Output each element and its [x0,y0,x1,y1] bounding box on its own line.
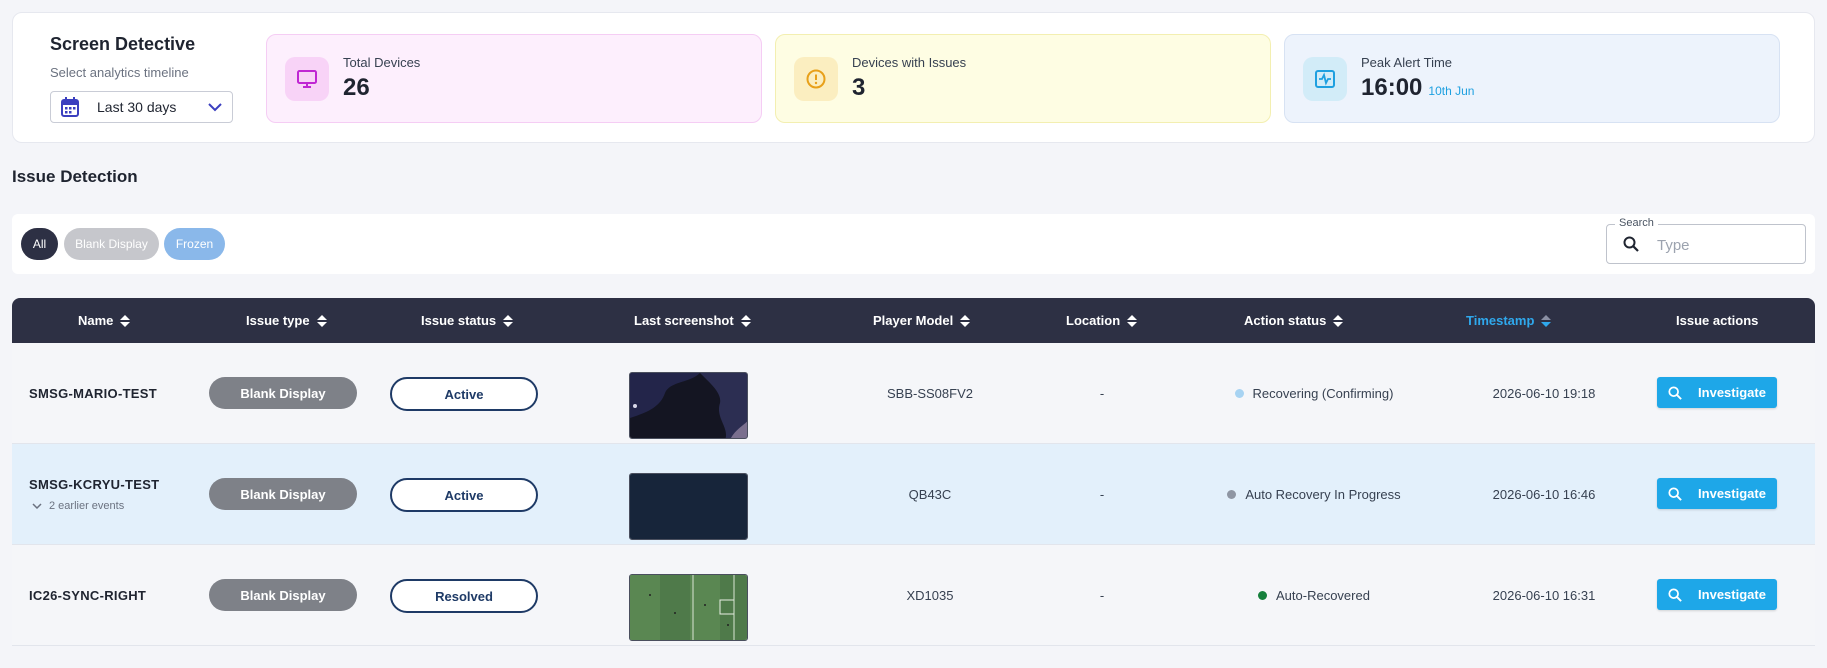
sort-icon [316,314,327,327]
investigate-button[interactable]: Investigate [1657,478,1777,509]
column-header-location[interactable]: Location [1066,298,1138,343]
stat-label: Total Devices [343,55,421,70]
timeline-select[interactable]: Last 30 days [50,91,233,123]
column-header-name[interactable]: Name [78,298,131,343]
stat-total-devices: Total Devices 26 [266,34,762,123]
location: - [1099,486,1105,502]
sort-icon [740,314,751,327]
stat-value: 3 [852,74,866,101]
timestamp: 2026-06-10 19:18 [1492,385,1596,401]
issues-table: Name Issue type Issue status Last screen… [12,298,1815,646]
column-header-last-screenshot[interactable]: Last screenshot [634,298,751,343]
investigate-button[interactable]: Investigate [1657,579,1777,610]
player-model: QB43C [908,486,952,502]
column-header-action-status[interactable]: Action status [1244,298,1344,343]
device-name: SMSG-MARIO-TEST [29,385,157,401]
section-title: Issue Detection [12,167,138,186]
sort-icon [1541,314,1552,327]
issue-status-badge: Active [390,377,538,411]
issue-type-badge: Blank Display [209,579,357,611]
search-icon [1668,385,1682,400]
device-name: IC26-SYNC-RIGHT [29,587,147,603]
timestamp: 2026-06-10 16:31 [1492,587,1596,603]
status-dot [1258,590,1268,600]
alert-circle-icon [794,56,838,101]
status-dot [1234,388,1244,398]
search-field[interactable]: Search [1606,217,1806,264]
search-input[interactable] [1657,233,1797,257]
stat-value: 26 [343,74,370,101]
investigate-button[interactable]: Investigate [1657,377,1777,408]
device-name-cell: SMSG-KCRYU-TEST 2 earlier events [29,444,159,544]
issue-status-badge: Active [390,478,538,512]
location: - [1099,587,1105,603]
sort-icon [1333,314,1344,327]
filter-chip-all[interactable]: All [21,228,58,260]
timeline-label: Select analytics timeline [50,65,189,80]
filter-chip-frozen[interactable]: Frozen [164,228,225,260]
sort-icon [120,314,131,327]
column-header-issue-status[interactable]: Issue status [421,298,514,343]
stat-value: 16:00 10th Jun [1361,74,1474,102]
chevron-down-icon [32,502,42,509]
search-label: Search [1615,217,1658,229]
peak-time: 16:00 [1361,74,1423,101]
column-header-player-model[interactable]: Player Model [873,298,971,343]
search-icon [1668,486,1682,501]
table-row: IC26-SYNC-RIGHT Blank Display Resolved X… [12,545,1815,646]
action-status: Auto Recovery In Progress [1174,444,1454,544]
sort-icon [960,314,971,327]
screenshot-thumbnail[interactable] [629,574,748,641]
timeline-value: Last 30 days [97,99,177,115]
monitor-icon [285,56,329,101]
action-status: Recovering (Confirming) [1174,343,1454,443]
issue-type-badge: Blank Display [209,478,357,510]
app-title: Screen Detective [50,34,196,54]
filter-chip-blank-display[interactable]: Blank Display [64,228,159,260]
stat-label: Devices with Issues [852,55,967,70]
column-header-issue-type[interactable]: Issue type [246,298,327,343]
column-header-issue-actions: Issue actions [1676,313,1759,328]
earlier-events-toggle[interactable]: 2 earlier events [29,500,124,512]
screenshot-thumbnail[interactable] [629,473,748,540]
issue-type-badge: Blank Display [209,377,357,409]
table-header: Name Issue type Issue status Last screen… [12,298,1815,343]
location: - [1099,385,1105,401]
stat-peak-alert-time: Peak Alert Time 16:00 10th Jun [1284,34,1780,123]
filter-bar: All Blank Display Frozen Search [12,214,1815,274]
chevron-down-icon [208,103,222,112]
stat-label: Peak Alert Time [1361,55,1453,70]
table-row: SMSG-MARIO-TEST Blank Display Active SBB… [12,343,1815,444]
calendar-icon [61,97,79,117]
device-name: SMSG-KCRYU-TEST [29,476,160,492]
action-status: Auto-Recovered [1174,545,1454,645]
pulse-icon [1303,56,1347,101]
sort-icon [1127,314,1138,327]
table-row: SMSG-KCRYU-TEST 2 earlier events Blank D… [12,444,1815,545]
search-icon [1668,587,1682,602]
status-dot [1227,489,1237,499]
stat-devices-with-issues: Devices with Issues 3 [775,34,1271,123]
search-icon [1623,236,1639,252]
analytics-card: Screen Detective Select analytics timeli… [12,12,1815,143]
column-header-timestamp[interactable]: Timestamp [1466,298,1552,343]
player-model: XD1035 [906,587,954,603]
sort-icon [503,314,514,327]
screenshot-thumbnail[interactable] [629,372,748,439]
player-model: SBB-SS08FV2 [887,385,973,401]
peak-date: 10th Jun [1428,84,1475,98]
timestamp: 2026-06-10 16:46 [1492,486,1596,502]
issue-status-badge: Resolved [390,579,538,613]
